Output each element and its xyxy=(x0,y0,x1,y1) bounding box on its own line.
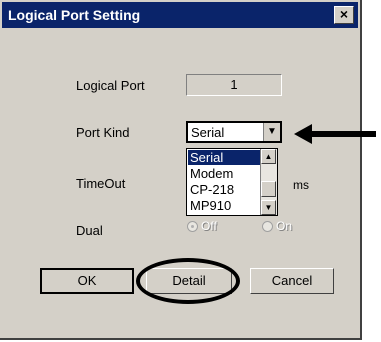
port-kind-option-mp910[interactable]: MP910 xyxy=(188,198,262,213)
dual-label: Dual xyxy=(76,223,103,238)
ok-button[interactable]: OK xyxy=(40,268,134,294)
timeout-unit: ms xyxy=(293,178,309,192)
port-kind-dropdown-list[interactable]: Serial Modem CP-218 MP910 ▲ ▼ xyxy=(186,148,278,216)
dropdown-button[interactable]: ▼ xyxy=(263,123,280,141)
dual-off-radio[interactable] xyxy=(187,221,198,232)
port-kind-option-modem[interactable]: Modem xyxy=(188,166,262,181)
scroll-thumb[interactable] xyxy=(261,181,276,197)
cancel-button[interactable]: Cancel xyxy=(250,268,334,294)
port-kind-option-cp-218[interactable]: CP-218 xyxy=(188,182,262,197)
dual-on-label: On xyxy=(276,219,293,233)
port-kind-label: Port Kind xyxy=(76,125,130,140)
logical-port-label: Logical Port xyxy=(76,78,145,93)
dialog-title: Logical Port Setting xyxy=(8,7,141,23)
dual-on-radio[interactable] xyxy=(262,221,273,232)
dual-off-label: Off xyxy=(201,219,217,233)
dropdown-scrollbar[interactable]: ▲ ▼ xyxy=(260,149,277,215)
scroll-up-icon: ▲ xyxy=(264,152,273,161)
scroll-up-button[interactable]: ▲ xyxy=(261,149,276,164)
port-kind-select[interactable]: Serial ▼ xyxy=(186,121,282,143)
port-kind-option-serial[interactable]: Serial xyxy=(188,150,262,165)
logical-port-value: 1 xyxy=(186,74,282,96)
scroll-down-icon: ▼ xyxy=(264,203,273,212)
close-icon: × xyxy=(339,6,349,22)
annotation-ellipse xyxy=(136,258,240,304)
port-kind-selected-value: Serial xyxy=(191,125,225,140)
timeout-label: TimeOut xyxy=(76,176,126,191)
scroll-down-button[interactable]: ▼ xyxy=(261,200,276,215)
close-button[interactable]: × xyxy=(334,6,354,24)
dialog-titlebar[interactable]: Logical Port Setting × xyxy=(2,2,358,28)
annotation-arrow-icon xyxy=(294,124,376,144)
chevron-down-icon: ▼ xyxy=(267,126,277,137)
